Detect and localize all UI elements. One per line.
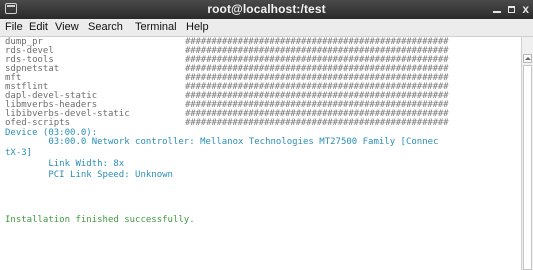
menu-file[interactable]: File [5, 21, 23, 33]
terminal-window: root@localhost:/test x File Edit View Se… [0, 0, 533, 270]
close-icon[interactable]: x [522, 2, 529, 16]
install-status: Installation finished successfully. [5, 215, 195, 225]
menu-help[interactable]: Help [186, 21, 209, 33]
package-name: ofed-scripts [5, 118, 71, 128]
title-bar[interactable]: root@localhost:/test x [0, 0, 533, 19]
window-title: root@localhost:/test [207, 2, 326, 16]
menu-search[interactable]: Search [88, 21, 123, 33]
menu-view[interactable]: View [55, 21, 79, 33]
minimize-icon[interactable] [493, 11, 502, 13]
link-width: Link Width: 8x [5, 159, 125, 169]
menu-edit[interactable]: Edit [29, 21, 48, 33]
device-info-wrap: tX-3] [5, 148, 33, 158]
vertical-scrollbar[interactable] [521, 37, 533, 270]
device-info: 03:00.0 Network controller: Mellanox Tec… [5, 137, 439, 147]
scroll-thumb[interactable] [523, 65, 532, 270]
chevron-up-icon[interactable] [523, 54, 532, 63]
window-controls: x [493, 2, 529, 16]
progress-hashes: ########################################… [185, 118, 449, 128]
pci-link-speed: PCI Link Speed: Unknown [5, 170, 173, 180]
menu-bar: File Edit View Search Terminal Help [0, 19, 533, 37]
maximize-icon[interactable] [508, 5, 516, 13]
terminal-output[interactable]: dump_pr ################################… [0, 37, 521, 270]
menu-terminal[interactable]: Terminal [135, 21, 177, 33]
